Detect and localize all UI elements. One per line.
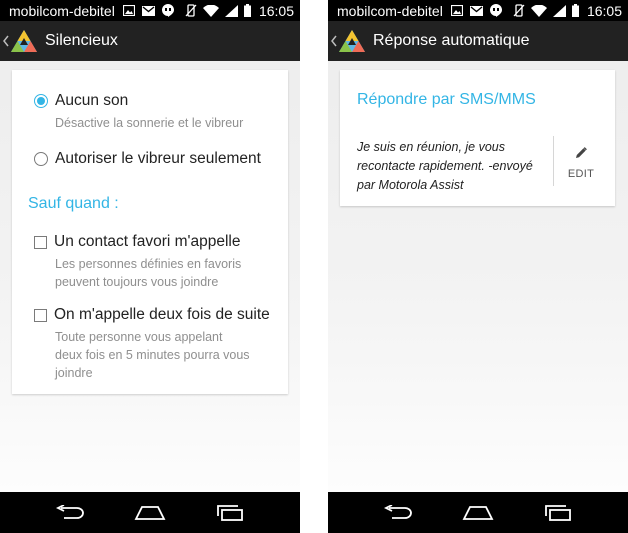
card-title: Répondre par SMS/MMS <box>357 91 536 108</box>
image-icon <box>122 5 135 16</box>
clock: 16:05 <box>258 2 294 19</box>
auto-reply-message: Je suis en réunion, je vous recontacte r… <box>357 140 533 192</box>
signal-icon <box>224 4 238 17</box>
exception-deux-appels[interactable]: On m'appelle deux fois de suite Toute pe… <box>34 306 280 382</box>
back-icon[interactable] <box>50 498 90 528</box>
gmail-icon <box>141 5 155 16</box>
battery-icon <box>243 4 251 17</box>
navigation-bar <box>328 492 628 533</box>
edit-label: EDIT <box>567 168 595 180</box>
sms-reply-card: Répondre par SMS/MMS Je suis en réunion,… <box>340 70 615 206</box>
wifi-icon <box>530 4 547 17</box>
home-icon[interactable] <box>458 498 498 528</box>
status-bar: mobilcom-debitel 16:05 <box>328 0 628 21</box>
radio-selected[interactable] <box>34 94 48 108</box>
checkbox-unchecked[interactable] <box>34 235 47 249</box>
motorola-assist-logo-icon[interactable] <box>339 30 365 52</box>
exception-contact-favori[interactable]: Un contact favori m'appelle Les personne… <box>34 233 280 291</box>
option-aucun-son[interactable]: Aucun son Désactive la sonnerie et le vi… <box>34 92 280 132</box>
divider <box>553 136 554 186</box>
silence-settings-card: Aucun son Désactive la sonnerie et le vi… <box>12 70 288 394</box>
phone-screen-reponse-automatique: mobilcom-debitel 16:05 Réponse automatiq… <box>328 0 628 533</box>
clock: 16:05 <box>586 2 622 19</box>
hangouts-icon <box>489 4 502 17</box>
vibrate-off-icon <box>513 4 525 17</box>
section-title-sauf-quand: Sauf quand : <box>28 195 119 212</box>
home-icon[interactable] <box>130 498 170 528</box>
navigation-bar <box>0 492 300 533</box>
pencil-icon <box>575 146 587 164</box>
motorola-assist-logo-icon[interactable] <box>11 30 37 52</box>
wifi-icon <box>202 4 219 17</box>
option-vibreur-seulement[interactable]: Autoriser le vibreur seulement <box>34 150 280 168</box>
recents-icon[interactable] <box>538 498 578 528</box>
option-description: Désactive la sonnerie et le vibreur <box>55 116 244 130</box>
screen-title: Réponse automatique <box>373 32 530 49</box>
hangouts-icon <box>161 4 174 17</box>
recents-icon[interactable] <box>210 498 250 528</box>
battery-icon <box>571 4 579 17</box>
back-icon[interactable] <box>378 498 418 528</box>
action-bar: Silencieux <box>0 21 300 61</box>
status-bar: mobilcom-debitel 16:05 <box>0 0 300 21</box>
edit-button[interactable]: EDIT <box>562 146 600 180</box>
option-label: Aucun son <box>55 92 129 109</box>
signal-icon <box>552 4 566 17</box>
image-icon <box>450 5 463 16</box>
exception-label: On m'appelle deux fois de suite <box>54 306 270 323</box>
gmail-icon <box>469 5 483 16</box>
action-bar: Réponse automatique <box>328 21 628 61</box>
chevron-left-icon[interactable] <box>331 35 337 47</box>
carrier-name: mobilcom-debitel <box>9 2 115 19</box>
exception-description: Les personnes définies en favoris peuven… <box>55 257 242 289</box>
exception-label: Un contact favori m'appelle <box>54 233 241 250</box>
checkbox-unchecked[interactable] <box>34 308 47 322</box>
option-label: Autoriser le vibreur seulement <box>55 150 261 167</box>
exception-description: Toute personne vous appelant deux fois e… <box>55 330 250 380</box>
carrier-name: mobilcom-debitel <box>337 2 443 19</box>
chevron-left-icon[interactable] <box>3 35 9 47</box>
screen-title: Silencieux <box>45 32 118 49</box>
vibrate-off-icon <box>185 4 197 17</box>
phone-screen-silencieux: mobilcom-debitel 16:05 Silencieux Aucun … <box>0 0 300 533</box>
radio-unselected[interactable] <box>34 152 48 166</box>
